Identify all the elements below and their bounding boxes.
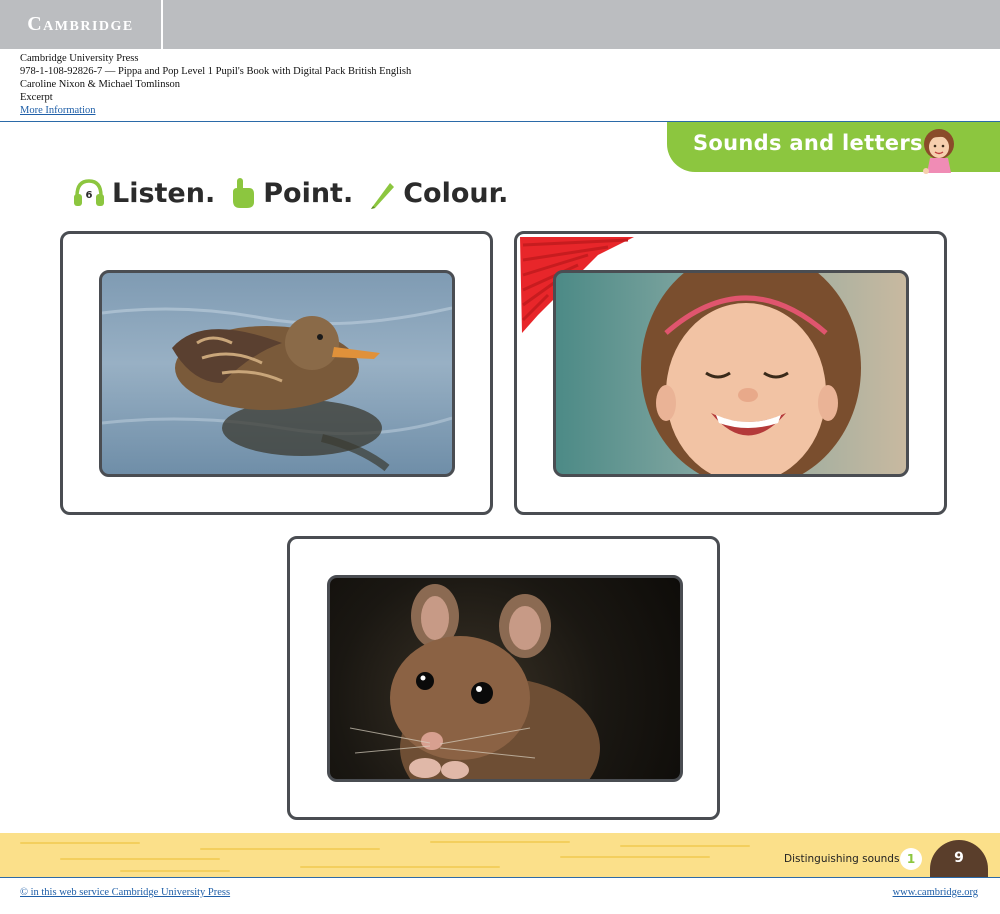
wood-grain [200,848,380,850]
publisher-name: Cambridge University Press [20,53,139,64]
footer-divider [0,877,1000,878]
pencil-icon [367,176,397,210]
listen-word: Listen. [112,177,216,209]
wood-grain [620,845,750,847]
section-tab-label: Sounds and letters [693,131,923,155]
more-information-link[interactable]: More Information [20,105,96,116]
excerpt-label: Excerpt [20,92,53,103]
picture-card-duck[interactable] [60,231,493,515]
pointing-hand-icon [229,176,257,210]
cambridge-logo[interactable]: Cambridge [0,0,163,49]
unit-number-badge: 1 [900,848,922,870]
wood-grain [560,856,710,858]
mouse-photo [327,575,683,782]
book-metadata: Cambridge University Press 978-1-108-928… [20,52,411,117]
wood-grain [60,858,220,860]
cambridge-site-link[interactable]: www.cambridge.org [893,887,978,898]
page-number: 9 [954,850,964,866]
wood-grain [430,841,570,843]
picture-card-girl[interactable] [514,231,947,515]
wood-grain [120,870,230,872]
top-banner: Cambridge [0,0,1000,49]
track-number: 6 [86,190,93,201]
isbn-title: 978-1-108-92826-7 — Pippa and Pop Level … [20,66,412,77]
copyright-link[interactable]: © in this web service Cambridge Universi… [20,887,230,898]
unit-title: Distinguishing sounds [784,853,900,865]
colour-word: Colour. [403,177,509,209]
wood-grain [300,866,500,868]
point-word: Point. [263,177,354,209]
duck-photo [99,270,455,477]
instruction-row: 6 Listen. Point. Colour. [72,172,522,214]
wood-grain [20,842,140,844]
headphones-icon[interactable]: 6 [72,176,106,210]
girl-character-icon [923,129,954,174]
girl-photo [553,270,909,477]
picture-card-mouse[interactable] [287,536,720,820]
authors: Caroline Nixon & Michael Tomlinson [20,79,181,90]
